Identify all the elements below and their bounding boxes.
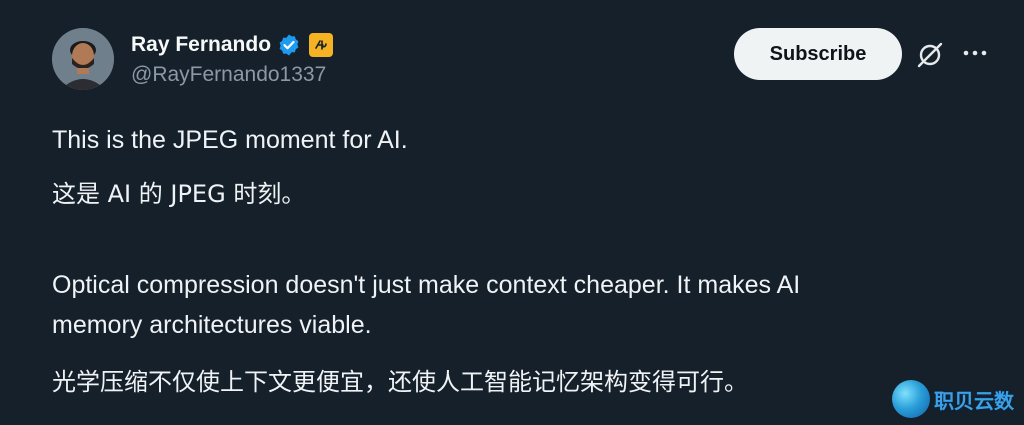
tweet-text-line: memory architectures viable. — [52, 311, 372, 339]
watermark-text: 职贝云数 — [934, 388, 1014, 413]
affiliate-badge-icon[interactable] — [309, 33, 334, 57]
tweet-text-line: Optical compression doesn't just make co… — [52, 271, 801, 299]
verified-check-icon — [279, 34, 299, 56]
subscribe-button[interactable]: Subscribe — [734, 28, 902, 80]
name-row: Ray Fernando — [131, 30, 334, 60]
display-name[interactable]: Ray Fernando — [131, 33, 271, 57]
tweet-text-line-translation: 这是 AI 的 JPEG 时刻。 — [52, 180, 306, 208]
avatar[interactable] — [52, 28, 114, 90]
tweet-card: Ray Fernando @RayFernando1337 Subscribe … — [0, 0, 1024, 425]
watermark: 职贝云数 — [892, 380, 1014, 418]
tweet-text-line-translation: 光学压缩不仅使上下文更便宜，还使人工智能记忆架构变得可行。 — [52, 368, 748, 396]
more-dots-icon[interactable] — [962, 48, 988, 58]
watermark-logo-icon — [892, 380, 930, 418]
grok-icon[interactable] — [915, 40, 945, 70]
tweet-text-line: This is the JPEG moment for AI. — [52, 126, 408, 154]
user-handle[interactable]: @RayFernando1337 — [131, 63, 326, 87]
